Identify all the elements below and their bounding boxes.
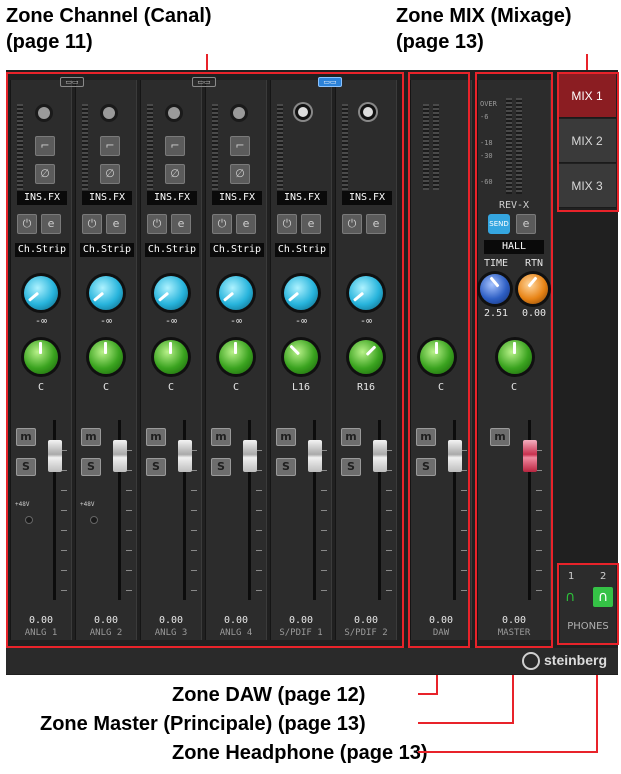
mix-zone-border <box>557 72 619 212</box>
brand-label: steinberg <box>544 652 608 668</box>
channel-zone-page: (page 11) <box>6 31 93 53</box>
leader-line <box>418 722 514 724</box>
master-zone-label: Zone Master (Principale) (page 13) <box>40 713 366 735</box>
leader-line <box>418 751 598 753</box>
steinberg-logo-icon <box>522 652 540 670</box>
channel-zone-border <box>6 72 404 648</box>
headphone-zone-border <box>557 563 619 645</box>
daw-zone-border <box>408 72 470 648</box>
master-zone-border <box>475 72 553 648</box>
mix-zone-page: (page 13) <box>396 31 484 53</box>
leader-line <box>418 693 438 695</box>
daw-zone-label: Zone DAW (page 12) <box>172 684 366 706</box>
headphone-zone-label: Zone Headphone (page 13) <box>172 742 428 764</box>
mix-zone-label: Zone MIX (Mixage) <box>396 5 572 27</box>
channel-zone-label: Zone Channel (Canal) <box>6 5 212 27</box>
